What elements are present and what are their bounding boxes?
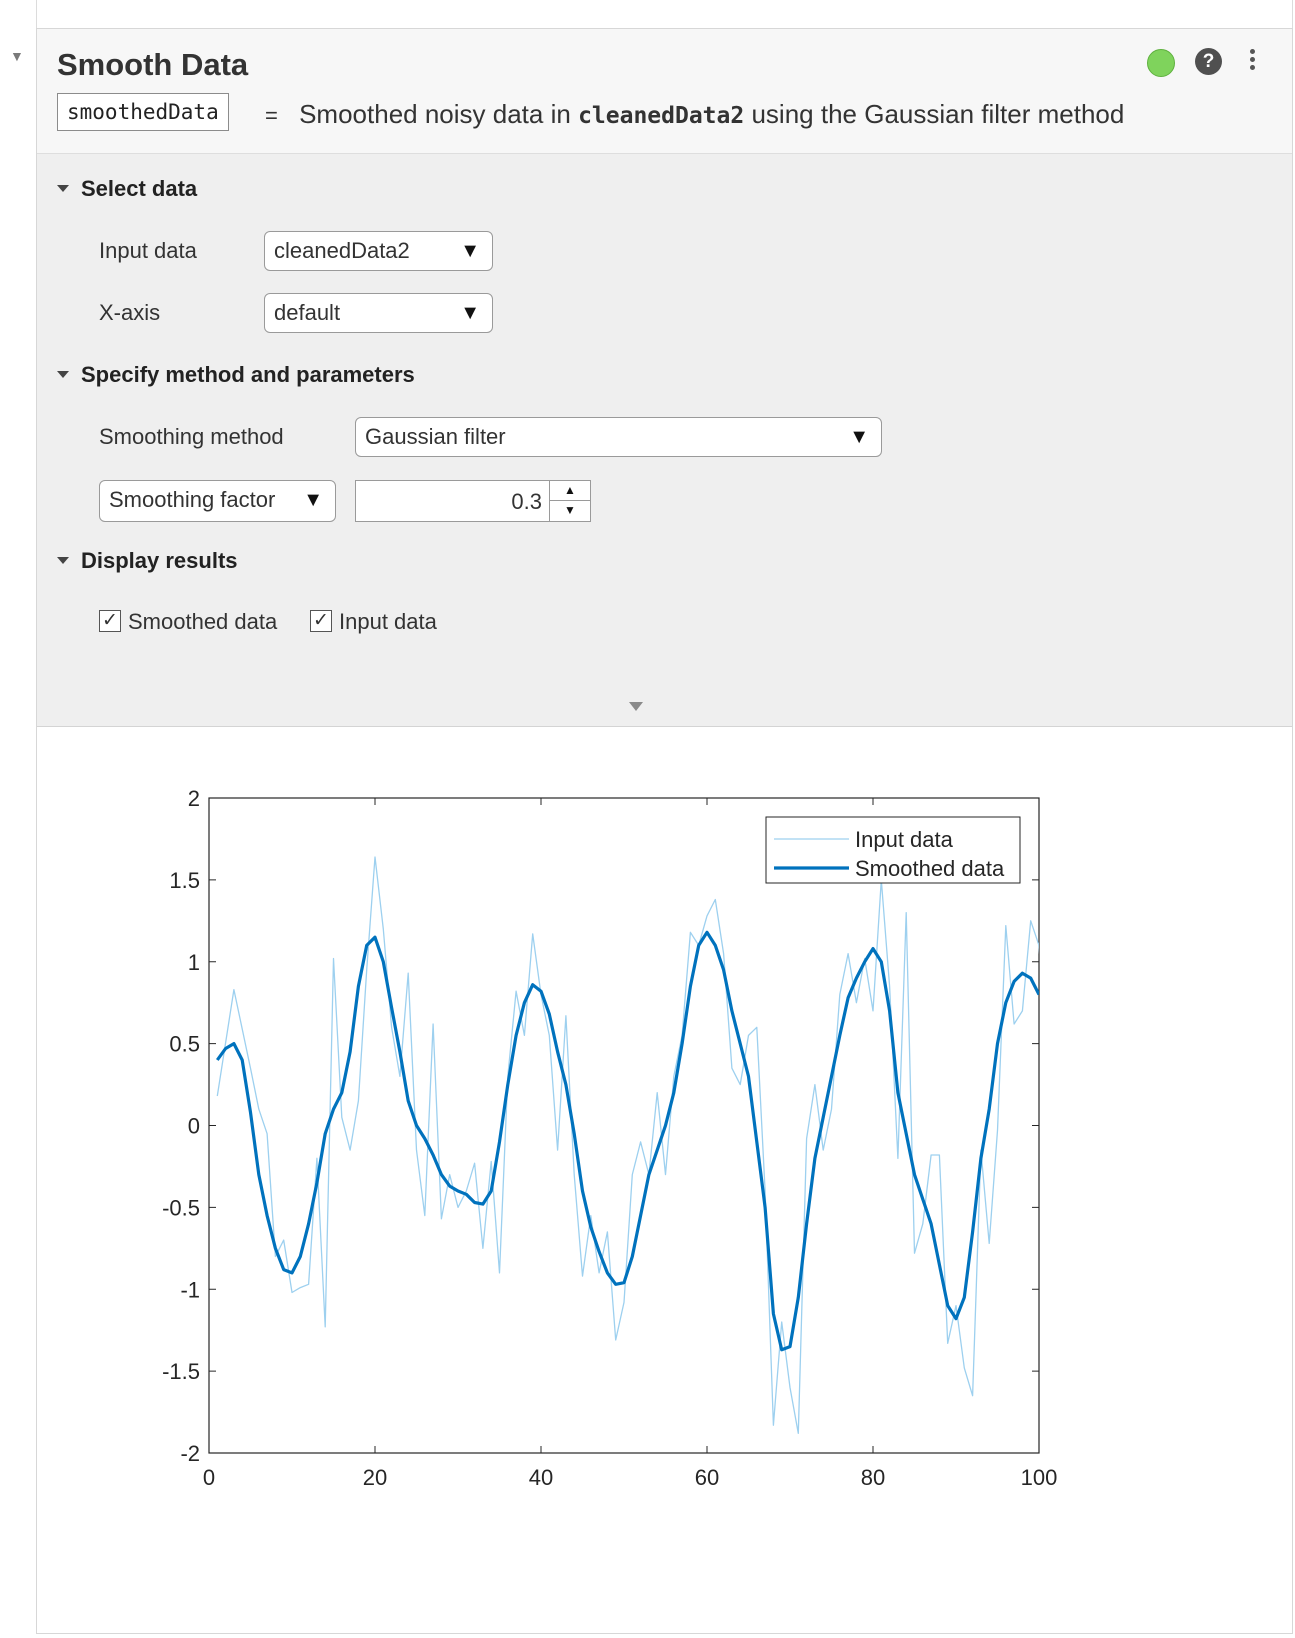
summary-input-var: cleanedData2	[578, 103, 745, 129]
previous-cell-strip	[36, 0, 1293, 29]
spinner-buttons: ▲ ▼	[549, 481, 590, 521]
input-data-value: cleanedData2	[274, 238, 410, 263]
parameter-type-value: Smoothing factor	[109, 487, 276, 512]
x-tick-label: 0	[203, 1465, 215, 1490]
equals-sign: =	[265, 103, 278, 128]
y-tick-label: 0	[188, 1114, 200, 1139]
smoothing-method-value: Gaussian filter	[365, 424, 506, 449]
more-options-icon[interactable]	[1245, 47, 1259, 77]
input-data-label: Input data	[99, 238, 197, 263]
chevron-down-icon: ▼	[460, 240, 480, 262]
smoothing-factor-value: 0.3	[511, 489, 542, 514]
plot-axes-box	[208, 797, 1040, 1454]
output-figure: 0 20 40 60 80 100 2 1.5 1 0.5 0 -0.5 -1 -1.5 -2 Input d…	[37, 727, 1292, 1633]
section-collapse-icon[interactable]	[57, 556, 69, 564]
xaxis-label: X-axis	[99, 300, 161, 325]
parameter-type-dropdown[interactable]: Smoothing factor ▼	[99, 480, 336, 522]
y-tick-label: 2	[188, 786, 200, 811]
xaxis-dropdown[interactable]: default ▼	[264, 293, 493, 333]
y-tick-label: 1.5	[169, 868, 200, 893]
section-display[interactable]: Display results	[57, 548, 238, 574]
y-tick-label: -1	[180, 1277, 200, 1302]
x-tick-label: 60	[695, 1465, 719, 1490]
task-title: Smooth Data	[57, 47, 249, 82]
summary-prefix: Smoothed noisy data in	[299, 99, 571, 129]
section-collapse-icon[interactable]	[57, 370, 69, 378]
y-tick-label: -2	[180, 1441, 200, 1466]
section-collapse-icon[interactable]	[57, 184, 69, 192]
input-data-dropdown[interactable]: cleanedData2 ▼	[264, 231, 493, 271]
x-tick-label: 80	[861, 1465, 885, 1490]
y-tick-label: 0.5	[169, 1032, 200, 1057]
xaxis-value: default	[274, 300, 341, 325]
output-variable-field[interactable]: smoothedData	[57, 93, 229, 131]
y-tick-label: -1.5	[162, 1359, 200, 1384]
section-select-data[interactable]: Select data	[57, 176, 197, 202]
x-tick-label: 20	[363, 1465, 387, 1490]
spin-up-icon[interactable]: ▲	[550, 481, 590, 501]
smoothed-data-checkbox[interactable]: ✓ Smoothed data	[99, 609, 277, 635]
input-data-checkbox[interactable]: ✓ Input data	[310, 609, 437, 635]
legend-label: Input data	[855, 827, 954, 852]
task-header: Smooth Data ? smoothedData = Smoothed no…	[37, 29, 1292, 154]
x-tick-label: 100	[1021, 1465, 1058, 1490]
task-summary: = Smoothed noisy data in cleanedData2 us…	[265, 99, 1124, 130]
check-icon[interactable]: ✓	[310, 610, 332, 633]
live-task-card: Smooth Data ? smoothedData = Smoothed no…	[36, 28, 1293, 1634]
smoothing-method-label: Smoothing method	[99, 424, 284, 449]
task-controls: Select data Input data cleanedData2 ▼ X-…	[37, 154, 1292, 727]
smoothed-data-checkbox-label: Smoothed data	[128, 609, 278, 634]
help-icon[interactable]: ?	[1195, 48, 1222, 75]
x-tick-label: 40	[529, 1465, 553, 1490]
line-chart: 0 20 40 60 80 100 2 1.5 1 0.5 0 -0.5 -1 -1.5 -2 Input d…	[162, 786, 1058, 1490]
section-display-label: Display results	[81, 548, 238, 573]
input-data-checkbox-label: Input data	[339, 609, 437, 634]
status-dot-icon	[1147, 49, 1175, 77]
spin-down-icon[interactable]: ▼	[550, 501, 590, 520]
section-select-data-label: Select data	[81, 176, 198, 201]
y-tick-label: -0.5	[162, 1195, 200, 1220]
chevron-down-icon: ▼	[303, 489, 323, 511]
summary-suffix: using the Gaussian filter method	[751, 99, 1125, 129]
y-tick-label: 1	[188, 950, 200, 975]
section-method[interactable]: Specify method and parameters	[57, 362, 415, 388]
smoothing-method-dropdown[interactable]: Gaussian filter ▼	[355, 417, 882, 457]
chevron-down-icon: ▼	[460, 302, 480, 324]
expand-controls-icon[interactable]	[629, 702, 643, 711]
smoothing-factor-spinner[interactable]: 0.3 ▲ ▼	[355, 480, 591, 522]
chevron-down-icon: ▼	[849, 426, 869, 448]
section-method-label: Specify method and parameters	[81, 362, 415, 387]
legend-label: Smoothed data	[855, 856, 1005, 881]
chart-legend: Input data Smoothed data	[765, 816, 1021, 884]
task-collapse-icon[interactable]: ▼	[10, 48, 24, 64]
check-icon[interactable]: ✓	[99, 610, 121, 633]
